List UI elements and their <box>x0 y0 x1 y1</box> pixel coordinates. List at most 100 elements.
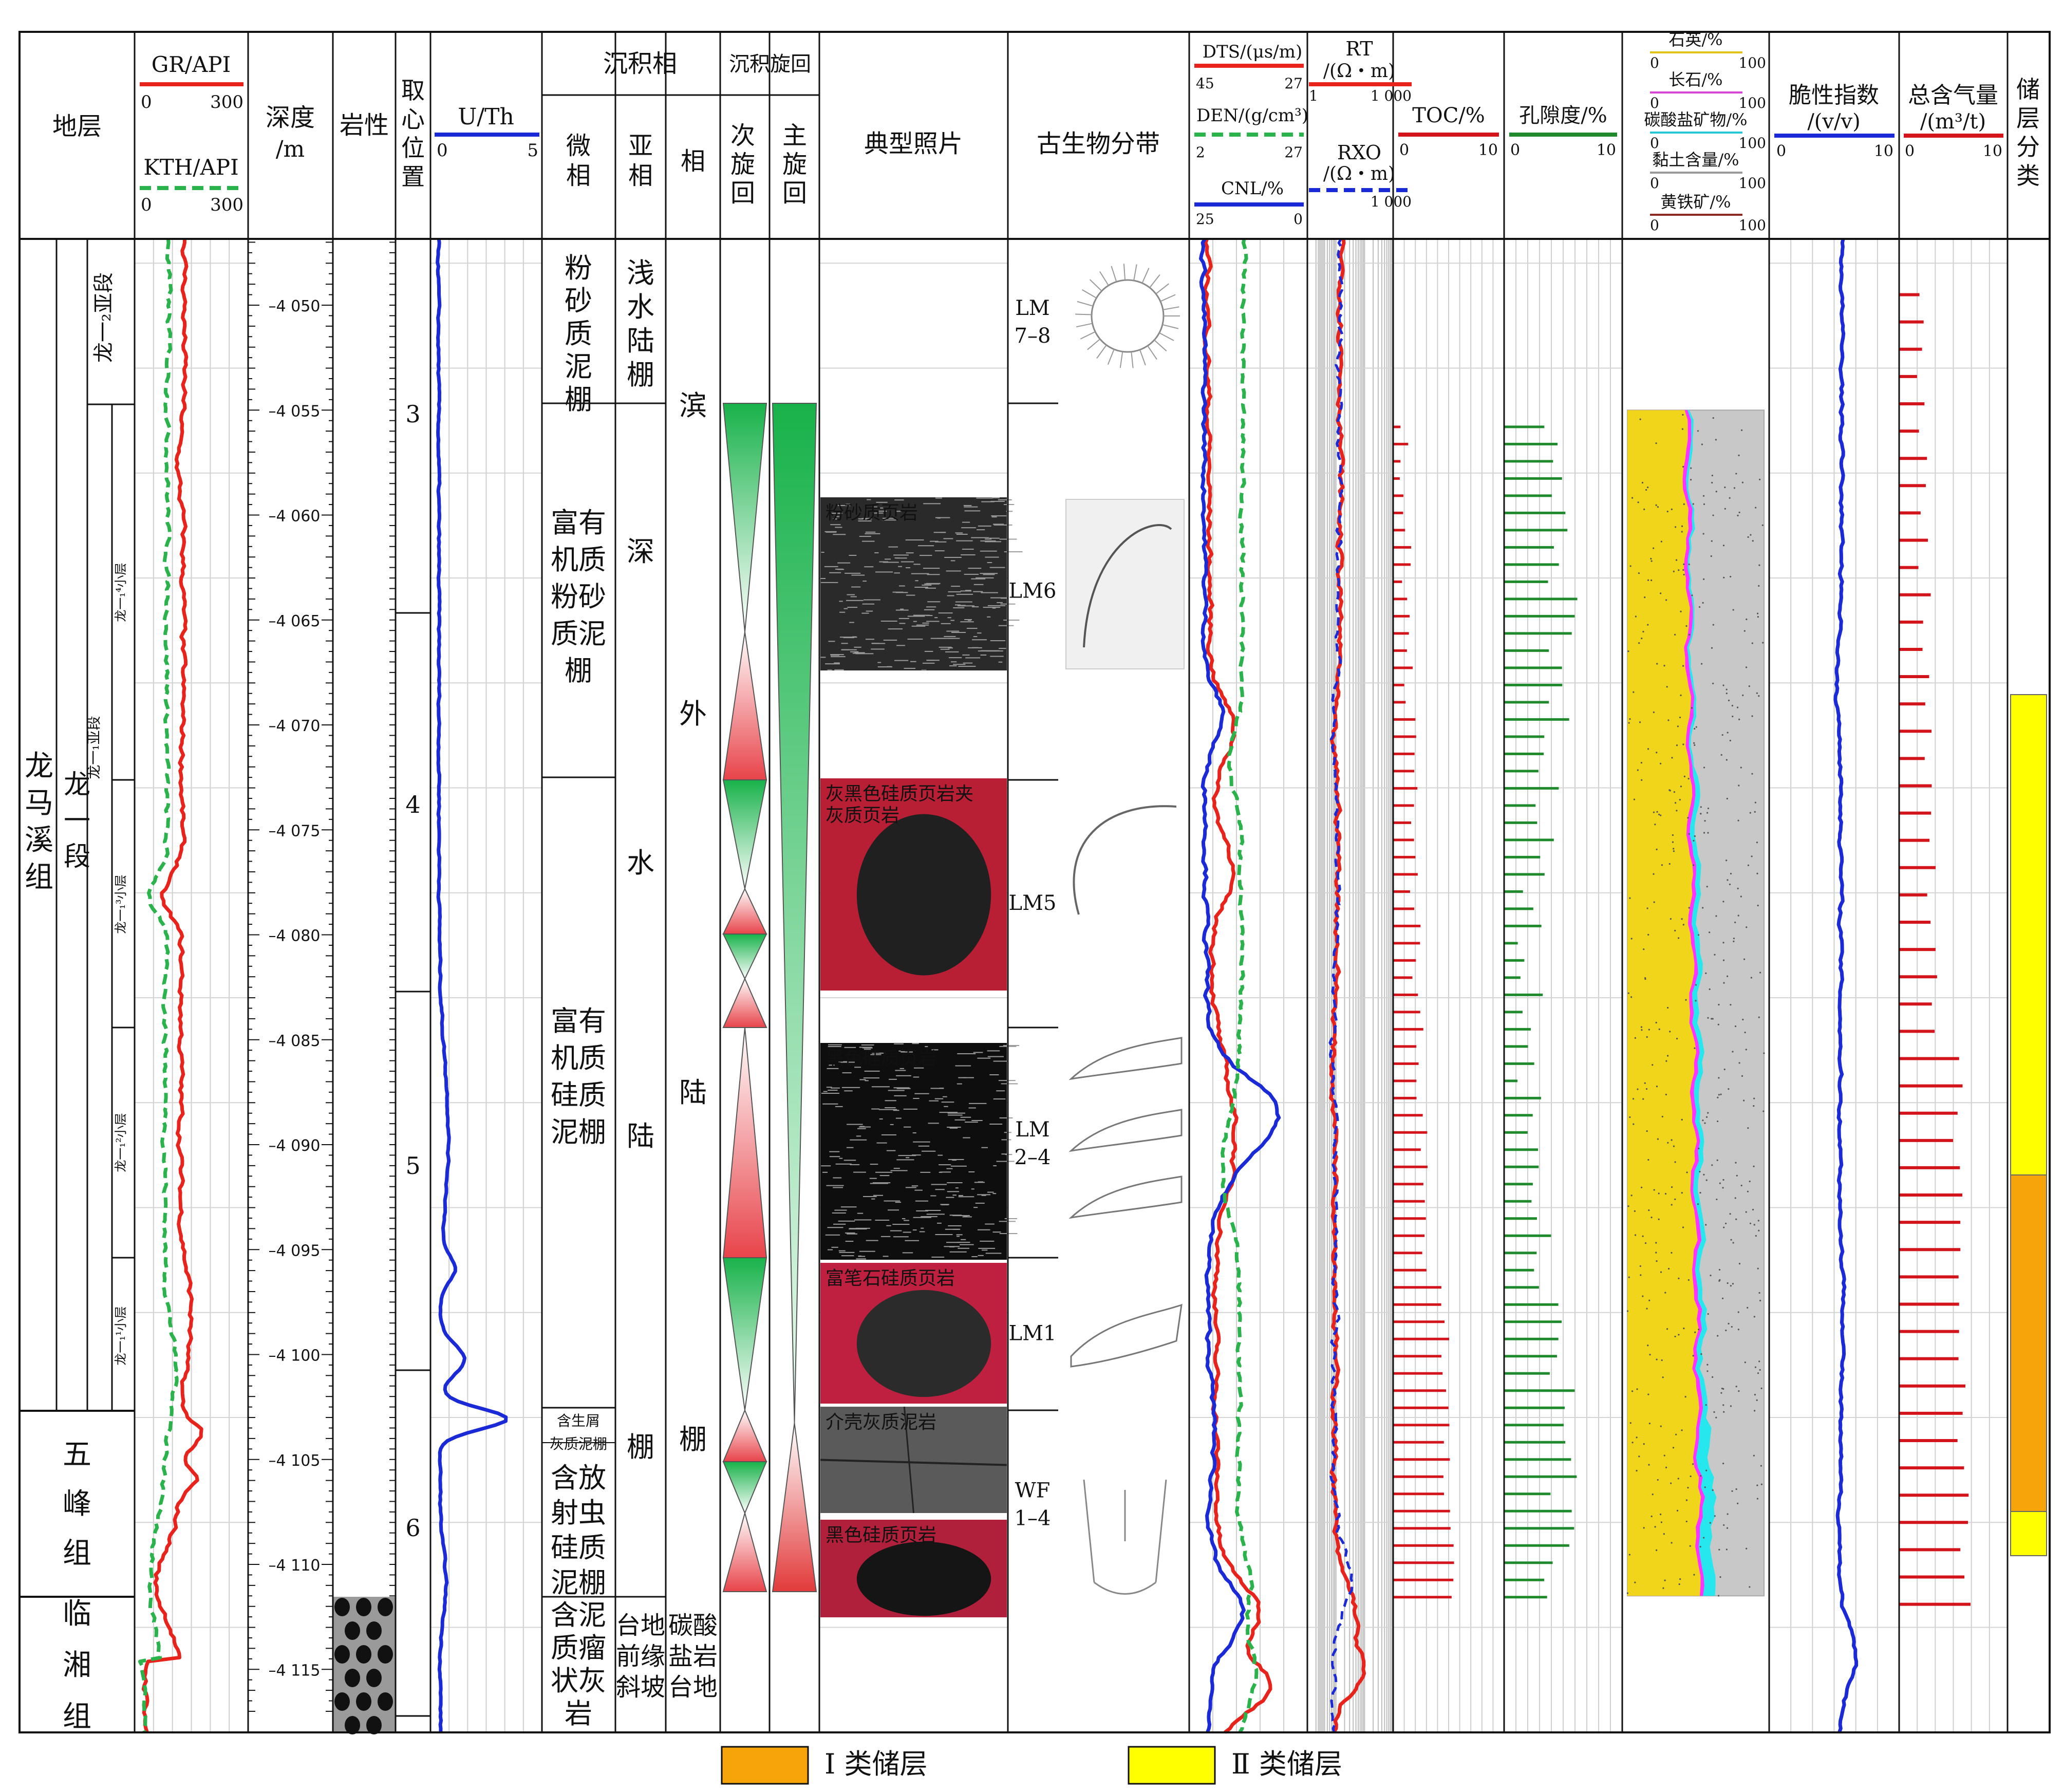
texture <box>846 600 864 601</box>
mineral-dot <box>1649 1354 1651 1356</box>
texture <box>822 1103 838 1105</box>
mineral-dot <box>1682 569 1684 571</box>
mineral-dot <box>1673 570 1675 572</box>
texture <box>904 667 916 669</box>
subfacies-deep-4: 棚 <box>627 1431 654 1463</box>
mineral-dot <box>1742 694 1744 696</box>
mineral-dot <box>1661 864 1663 866</box>
mineral-dot <box>1721 1297 1724 1299</box>
texture <box>973 591 983 592</box>
texture <box>875 1171 893 1173</box>
mineral-dot <box>1677 1478 1679 1480</box>
mineral-dot <box>1667 1267 1670 1270</box>
texture <box>919 1231 925 1233</box>
texture <box>939 1164 951 1166</box>
texture <box>973 1052 983 1053</box>
texture <box>931 1256 945 1258</box>
mineral-dot <box>1699 1170 1701 1173</box>
mineral-dot <box>1626 1592 1628 1594</box>
mineral-dot <box>1678 1277 1680 1279</box>
mineral-dot <box>1728 699 1730 701</box>
texture <box>935 497 942 499</box>
texture <box>955 532 963 534</box>
texture <box>922 662 935 664</box>
mineral-dot <box>1682 665 1684 667</box>
mineral-dot <box>1628 722 1630 724</box>
texture <box>835 568 843 570</box>
texture <box>895 592 908 593</box>
mineral-dot <box>1712 682 1714 684</box>
mineral-dot <box>1750 977 1752 979</box>
mineral-dot <box>1738 511 1740 513</box>
texture <box>895 1070 906 1071</box>
texture <box>961 605 965 607</box>
mineral-dot <box>1654 824 1656 826</box>
mineral-dot <box>1655 1252 1657 1254</box>
mineral-dot <box>1701 443 1703 445</box>
texture <box>985 538 992 540</box>
mineral-dot <box>1718 1548 1720 1551</box>
texture <box>839 1252 855 1253</box>
mineral-dot <box>1655 504 1657 506</box>
mineral-dot <box>1643 948 1645 950</box>
mineral-dot <box>1748 685 1750 687</box>
mineral-dot <box>1735 1218 1737 1220</box>
texture <box>963 1077 974 1078</box>
mineral-dot <box>1705 1116 1708 1118</box>
mineral-dot <box>1658 1192 1660 1194</box>
mineral-dot <box>1722 684 1724 686</box>
mineral-dot <box>1674 929 1676 932</box>
mineral-dot <box>1689 633 1691 636</box>
texture <box>987 605 1006 606</box>
porosity-scale-max: 10 <box>1597 141 1616 159</box>
mineral-dot <box>1758 1292 1760 1294</box>
texture <box>990 640 1005 642</box>
mineral-dot <box>1716 1159 1718 1161</box>
texture <box>857 1212 864 1214</box>
texture <box>826 1185 844 1186</box>
mineral-dot <box>1759 1369 1761 1371</box>
texture <box>957 1053 976 1055</box>
mineral-dot <box>1747 1306 1749 1309</box>
mineral-dot <box>1628 1276 1630 1278</box>
texture <box>856 1258 866 1260</box>
mineral-dot <box>1718 1003 1720 1006</box>
mineral-dot <box>1646 1130 1648 1132</box>
mineral-dot <box>1737 514 1739 517</box>
mineral-dot <box>1753 1454 1755 1457</box>
core-number-1: 4 <box>405 791 420 818</box>
mineral-dot <box>1683 573 1685 576</box>
mineral-dot <box>1741 429 1743 431</box>
mineral-dot <box>1657 1138 1659 1140</box>
mineral-dot <box>1723 576 1725 578</box>
mineral-dot <box>1742 1018 1744 1021</box>
mineral-dot <box>1653 547 1655 549</box>
microfacies-silty-mud-shelf: 泥 <box>565 350 592 383</box>
mineral-dot <box>1733 940 1735 943</box>
texture <box>954 604 961 606</box>
mineral-dot <box>1674 1335 1676 1338</box>
mineral-dot <box>1641 779 1643 781</box>
mineral-dot <box>1722 959 1725 961</box>
mineral-dot <box>1681 1192 1683 1194</box>
texture <box>933 532 946 533</box>
submember-long1-2: 龙一₂亚段 <box>92 272 116 363</box>
texture <box>976 497 993 499</box>
texture <box>916 624 929 626</box>
mineral-dot <box>1727 975 1729 977</box>
texture <box>990 656 1004 657</box>
depth-label-12: –4 110 <box>269 1557 321 1575</box>
texture <box>1005 1154 1012 1155</box>
texture <box>896 645 905 646</box>
mineral-dot <box>1759 972 1761 974</box>
texture <box>996 1161 1015 1162</box>
texture <box>839 1158 843 1159</box>
mineral-dot <box>1735 1488 1737 1490</box>
depth-label-7: –4 085 <box>269 1032 321 1050</box>
texture <box>978 1255 984 1256</box>
mineral-dot <box>1660 1521 1663 1523</box>
subfacies-header: 亚 <box>628 132 653 160</box>
mineral-dot <box>1746 618 1748 621</box>
microfacies-organic-silty-mud-shelf: 棚 <box>565 655 592 687</box>
texture <box>838 1220 855 1222</box>
